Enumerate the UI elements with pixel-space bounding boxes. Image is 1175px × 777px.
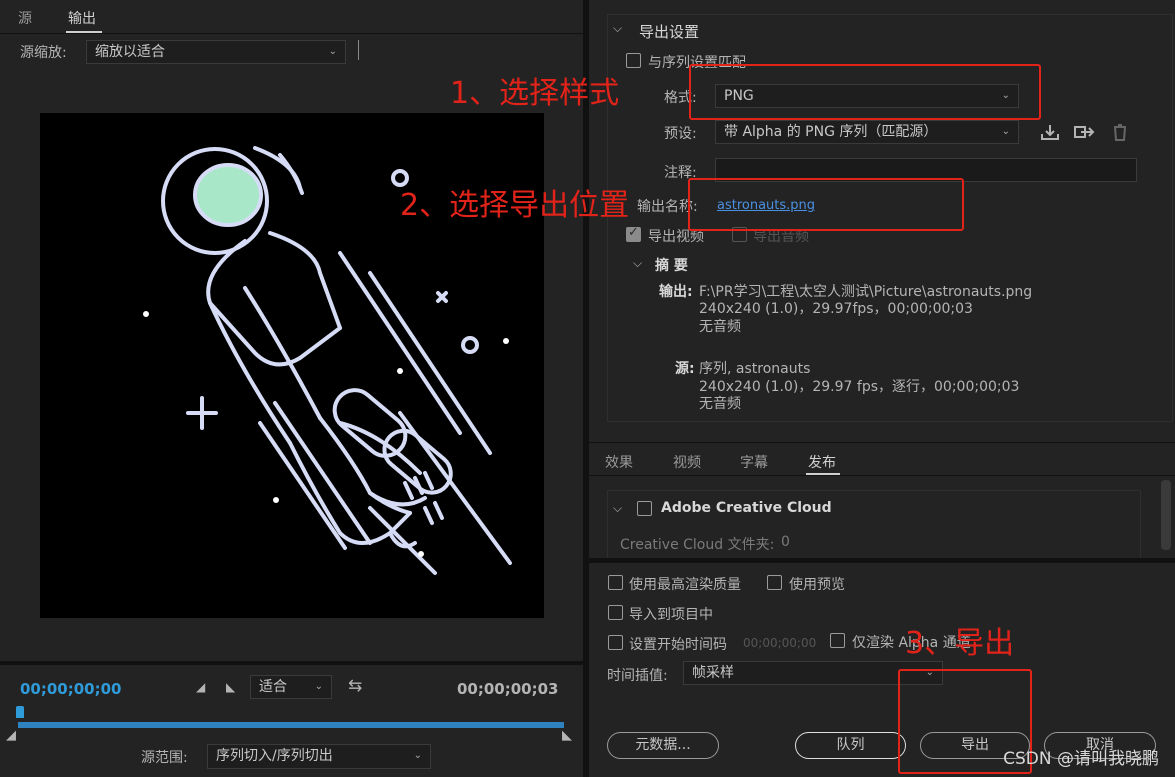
chevron-down-icon: ⌄ — [413, 750, 422, 761]
fit-select[interactable]: 适合 ⌄ — [250, 675, 332, 699]
summary-source-name: 序列, astronauts — [699, 361, 811, 377]
tab-output[interactable]: 输出 — [68, 8, 96, 28]
set-start-timecode-checkbox[interactable] — [608, 635, 623, 650]
use-preview-label: 使用预览 — [789, 577, 845, 593]
preset-label: 预设: — [664, 126, 697, 142]
source-range-select[interactable]: 序列切入/序列切出 ⌄ — [207, 744, 431, 769]
cc-folder-value: 0 — [781, 534, 790, 550]
tab-video[interactable]: 视频 — [673, 452, 701, 472]
summary-output-spec: 240x240 (1.0)，29.97fps，00;00;00;03 — [699, 301, 973, 317]
time-interp-value: 帧采样 — [692, 665, 734, 681]
chevron-down-icon: ⌄ — [328, 46, 337, 57]
match-sequence-checkbox[interactable] — [626, 53, 641, 68]
creative-cloud-title: Adobe Creative Cloud — [661, 500, 832, 516]
preset-value: 带 Alpha 的 PNG 序列（匹配源） — [724, 124, 938, 140]
source-scale-select[interactable]: 缩放以适合 ⌄ — [86, 40, 346, 64]
collapse-chevron-icon[interactable]: ⌵ — [613, 21, 622, 36]
panel-divider — [0, 661, 583, 665]
import-preset-icon[interactable] — [1073, 122, 1095, 142]
scrollbar[interactable] — [1161, 480, 1171, 550]
annotation-step3: 3、导出 — [905, 626, 1015, 661]
tabbar-divider — [0, 33, 583, 34]
cc-chevron-icon[interactable]: ⌵ — [613, 501, 622, 516]
annotation-box-output-name — [688, 178, 964, 231]
mark-in-icon[interactable]: ◢ — [196, 680, 205, 694]
export-video-checkbox[interactable] — [626, 225, 641, 242]
source-scale-value: 缩放以适合 — [95, 44, 165, 60]
tab-source[interactable]: 源 — [18, 8, 32, 28]
max-quality-checkbox[interactable] — [608, 575, 623, 590]
summary-output-label: 输出: — [659, 284, 693, 300]
start-timecode-value: 00;00;00;00 — [743, 636, 817, 650]
creative-cloud-checkbox[interactable] — [637, 501, 652, 516]
watermark: CSDN @请叫我晓鹏 — [1003, 749, 1159, 769]
source-range-value: 序列切入/序列切出 — [216, 748, 333, 764]
chevron-down-icon: ⌄ — [314, 681, 323, 692]
import-project-checkbox[interactable] — [608, 605, 623, 620]
summary-output-audio: 无音频 — [699, 319, 741, 335]
timeline-range-bar[interactable] — [18, 722, 564, 728]
tab-effects[interactable]: 效果 — [605, 452, 633, 472]
panel-divider-bottom — [589, 558, 1175, 563]
divider — [358, 40, 359, 60]
source-scale-label: 源缩放: — [20, 45, 67, 61]
summary-source-label: 源: — [675, 361, 695, 377]
tab-captions[interactable]: 字幕 — [740, 452, 768, 472]
end-timecode: 00;00;00;03 — [457, 680, 559, 698]
import-project-label: 导入到项目中 — [629, 607, 713, 623]
source-output-panel: 源 输出 源缩放: 缩放以适合 ⌄ 00;00;00;00 ◢ ◣ 适合 ⌄ ⇆… — [0, 0, 583, 777]
summary-chevron-icon[interactable]: ⌵ — [633, 256, 642, 271]
in-point-handle[interactable]: ◢ — [6, 728, 16, 743]
use-preview-checkbox[interactable] — [767, 575, 782, 590]
chevron-down-icon: ⌄ — [1001, 126, 1010, 137]
annotation-box-format — [689, 64, 1041, 120]
metadata-button[interactable]: 元数据... — [607, 732, 719, 759]
delete-preset-icon[interactable] — [1109, 122, 1131, 142]
queue-button[interactable]: 队列 — [795, 732, 906, 759]
mark-out-icon[interactable]: ◣ — [226, 680, 235, 694]
summary-source-spec: 240x240 (1.0)，29.97 fps，逐行，00;00;00;03 — [699, 379, 1020, 395]
export-settings-title: 导出设置 — [639, 23, 700, 41]
set-start-timecode-label: 设置开始时间码 — [629, 637, 727, 653]
alpha-only-checkbox[interactable] — [830, 633, 845, 648]
out-point-handle[interactable]: ◣ — [562, 728, 572, 743]
tabs-divider-bottom — [589, 475, 1175, 476]
loop-icon[interactable]: ⇆ — [348, 676, 362, 696]
annotation-step2: 2、选择导出位置 — [400, 188, 630, 223]
cc-folder-label: Creative Cloud 文件夹: — [620, 537, 775, 553]
time-interp-label: 时间插值: — [607, 668, 668, 684]
preset-select[interactable]: 带 Alpha 的 PNG 序列（匹配源） ⌄ — [715, 120, 1019, 144]
fit-value: 适合 — [259, 679, 287, 695]
annotation-step1: 1、选择样式 — [450, 76, 620, 111]
summary-title: 摘 要 — [655, 258, 688, 274]
summary-source-audio: 无音频 — [699, 396, 741, 412]
save-preset-icon[interactable] — [1039, 122, 1061, 142]
tabs-divider — [589, 442, 1175, 443]
max-quality-label: 使用最高渲染质量 — [629, 577, 741, 593]
source-range-label: 源范围: — [141, 750, 188, 766]
tab-publish[interactable]: 发布 — [808, 452, 836, 472]
playhead[interactable] — [16, 706, 24, 718]
current-timecode[interactable]: 00;00;00;00 — [20, 680, 122, 698]
